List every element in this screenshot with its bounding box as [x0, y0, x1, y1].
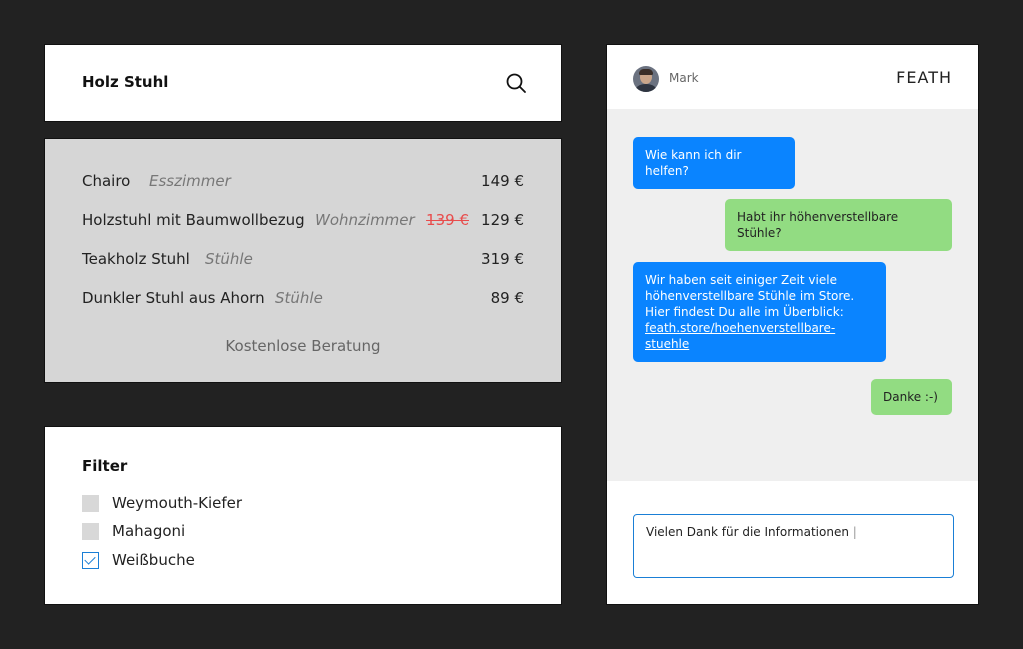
- result-category: Stühle: [275, 289, 323, 307]
- result-name: Dunkler Stuhl aus Ahorn: [82, 289, 265, 307]
- chat-header: Mark FEATH: [607, 45, 978, 109]
- result-row[interactable]: Teakholz Stuhl Stühle 319 €: [82, 250, 524, 274]
- result-row[interactable]: Chairo Esszimmer 149 €: [82, 172, 524, 196]
- search-bar[interactable]: Holz Stuhl: [44, 44, 562, 122]
- store-link[interactable]: feath.store/hoehenverstellbare-stuehle: [645, 321, 835, 351]
- result-price: 319 €: [481, 250, 524, 268]
- message-text: Habt ihr höhenverstellbare Stühle?: [737, 210, 899, 240]
- result-category: Stühle: [205, 250, 253, 268]
- result-price: 89 €: [490, 289, 524, 307]
- search-icon[interactable]: [505, 72, 527, 94]
- agent-name: Mark: [669, 71, 699, 85]
- chat-message-agent: Wie kann ich dir helfen?: [633, 137, 795, 189]
- message-input[interactable]: Vielen Dank für die Informationen |: [633, 514, 954, 578]
- chat-message-agent: Wir haben seit einiger Zeit viele höhenv…: [633, 262, 886, 362]
- result-category: Wohnzimmer: [315, 211, 415, 229]
- result-name: Teakholz Stuhl: [82, 250, 190, 268]
- check-icon: [84, 553, 96, 565]
- result-row[interactable]: Dunkler Stuhl aus Ahorn Stühle 89 €: [82, 289, 524, 313]
- result-price: 149 €: [481, 172, 524, 190]
- message-text: Wie kann ich dir helfen?: [645, 148, 742, 178]
- message-input-value: Vielen Dank für die Informationen: [646, 525, 849, 539]
- filter-panel: Filter Weymouth-Kiefer Mahagoni Weißbuch…: [44, 426, 562, 605]
- filter-option-label: Mahagoni: [112, 522, 186, 540]
- checkbox[interactable]: [82, 495, 99, 512]
- chat-message-user: Danke :-): [871, 379, 952, 415]
- brand-logo: FEATH: [896, 68, 952, 87]
- text-caret: |: [852, 525, 857, 539]
- result-name: Holzstuhl mit Baumwollbezug: [82, 211, 305, 229]
- filter-option-label: Weymouth-Kiefer: [112, 494, 243, 512]
- chat-window: Mark FEATH Wie kann ich dir helfen? Habt…: [606, 44, 979, 605]
- filter-title: Filter: [82, 457, 128, 475]
- result-old-price: 139 €: [426, 211, 469, 229]
- message-text: Danke :-): [883, 390, 938, 404]
- result-name: Chairo: [82, 172, 131, 190]
- result-category: Esszimmer: [149, 172, 231, 190]
- chat-messages: Wie kann ich dir helfen? Habt ihr höhenv…: [607, 109, 978, 481]
- checkbox[interactable]: [82, 523, 99, 540]
- consult-link[interactable]: Kostenlose Beratung: [45, 337, 561, 355]
- filter-option-label: Weißbuche: [112, 551, 195, 569]
- checkbox-checked[interactable]: [82, 552, 99, 569]
- search-results: Chairo Esszimmer 149 € Holzstuhl mit Bau…: [44, 138, 562, 383]
- result-row[interactable]: Holzstuhl mit Baumwollbezug Wohnzimmer 1…: [82, 211, 524, 235]
- avatar: [633, 66, 659, 92]
- result-price: 129 €: [481, 211, 524, 229]
- chat-message-user: Habt ihr höhenverstellbare Stühle?: [725, 199, 952, 251]
- message-text: Wir haben seit einiger Zeit viele höhenv…: [645, 273, 855, 319]
- search-query[interactable]: Holz Stuhl: [82, 73, 168, 91]
